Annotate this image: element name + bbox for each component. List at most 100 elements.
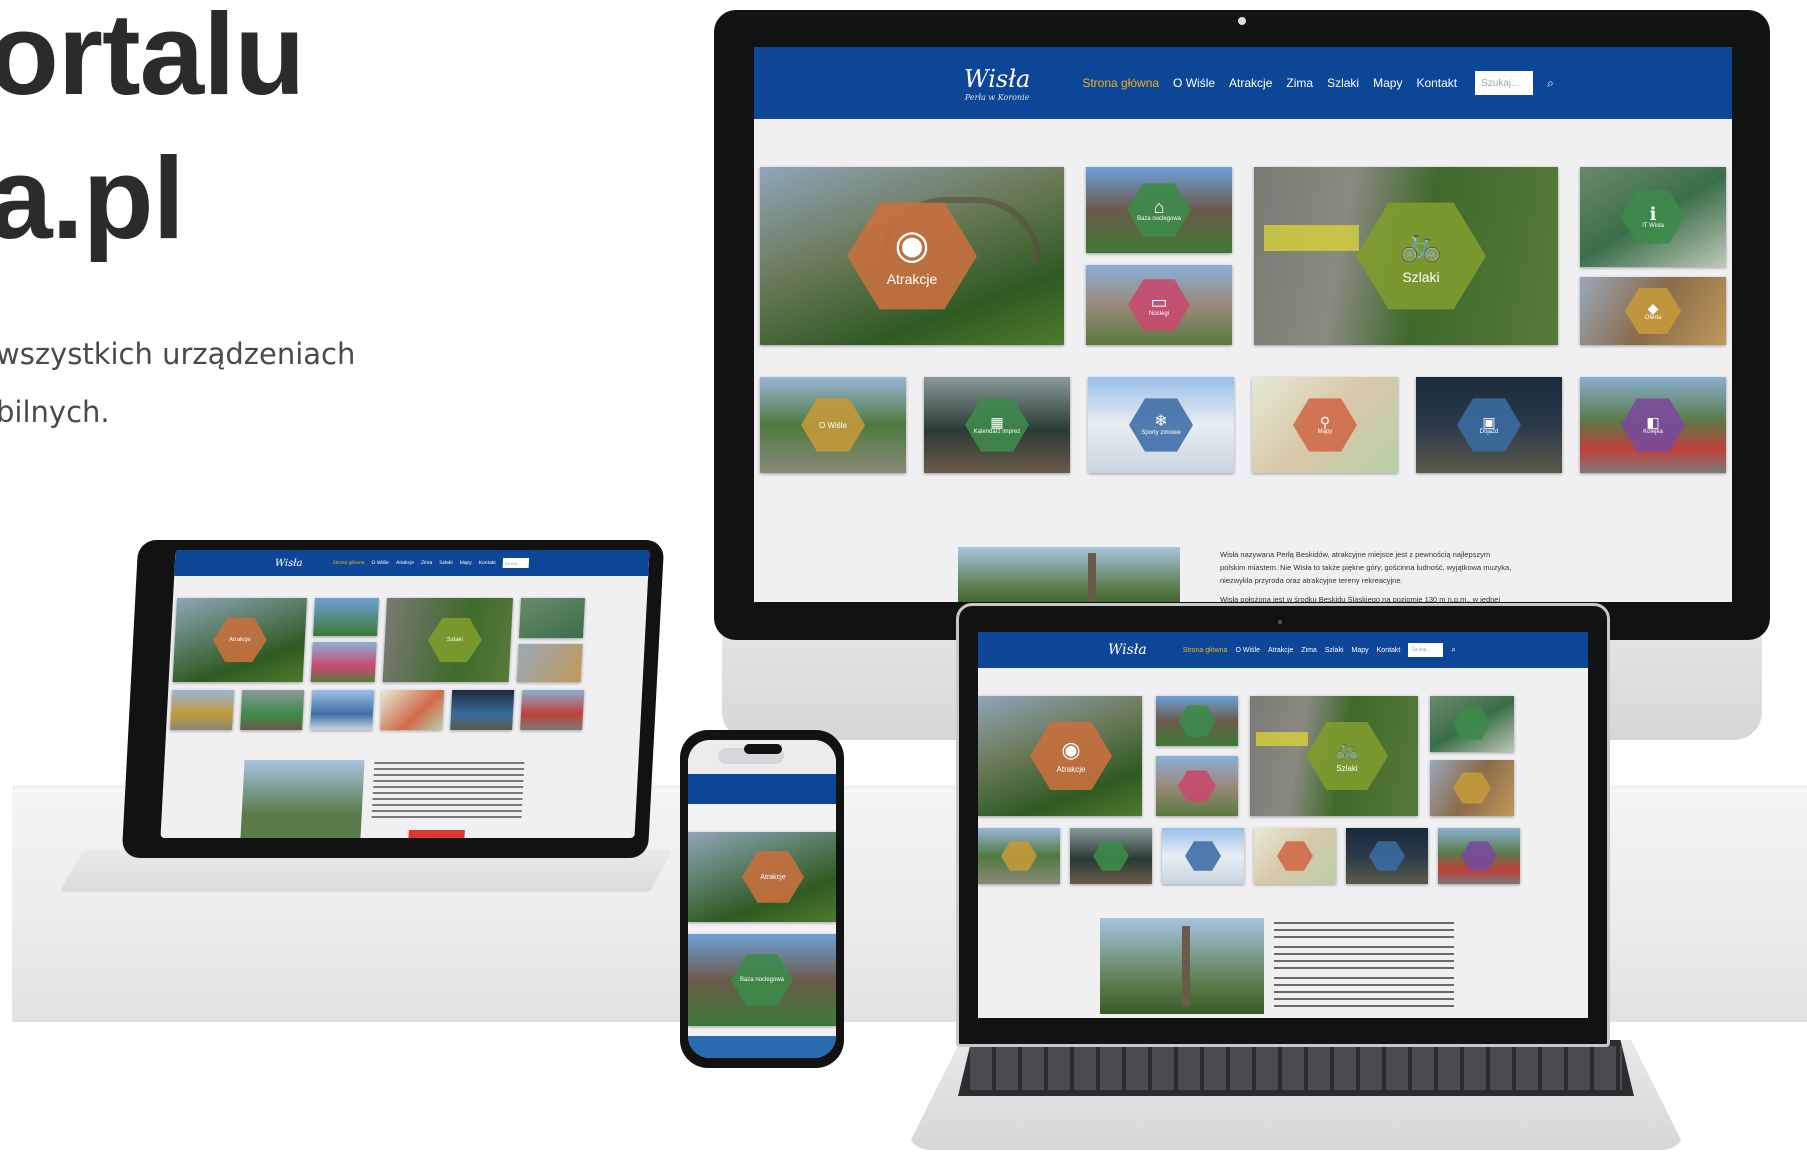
- tablet-tile-kolejka[interactable]: [520, 690, 585, 730]
- tablet-menu-o-wisle[interactable]: O Wiśle: [371, 560, 389, 566]
- tablet-tile-baza[interactable]: [313, 598, 380, 636]
- tablet-menu-szlaki[interactable]: Szlaki: [439, 560, 453, 566]
- hero-desc-line-1: wszystkich urządzeniach: [0, 337, 356, 371]
- tablet-menu-kontakt[interactable]: Kontakt: [479, 560, 496, 566]
- tile-dojazd[interactable]: ▣ Dojazd: [1416, 377, 1562, 473]
- laptop-tile-baza[interactable]: [1156, 696, 1238, 746]
- laptop-trail-mark: [1256, 732, 1308, 746]
- tile-o-wisle[interactable]: O Wiśle: [760, 377, 906, 473]
- tile-noclegi[interactable]: ▭ Noclegi: [1086, 265, 1232, 345]
- tile-sporty[interactable]: ❄ Sporty zimowe: [1088, 377, 1234, 473]
- hero-title-line-1: ortalu: [0, 0, 305, 119]
- tile-oferta[interactable]: ◆ Oferta: [1580, 277, 1726, 345]
- tablet-tile-kalendarz[interactable]: [240, 690, 305, 730]
- phone-hex-atrakcje: Atrakcje: [742, 851, 804, 903]
- site-logo[interactable]: Wisła Perła w Koronie: [964, 65, 1030, 102]
- tablet-logo[interactable]: Wisła: [275, 558, 303, 569]
- tablet-tile-o-wisle[interactable]: [170, 690, 235, 730]
- laptop-navbar: Wisła Strona główna O Wiśle Atrakcje Zim…: [978, 632, 1588, 668]
- tablet-menu-mapy[interactable]: Mapy: [459, 560, 472, 566]
- laptop-menu-o-wisle[interactable]: O Wiśle: [1235, 647, 1260, 654]
- tablet-tile-dojazd[interactable]: [450, 690, 515, 730]
- tablet-navbar: Wisła Strona główna O Wiśle Atrakcje Zim…: [174, 550, 650, 576]
- tablet-tile-sporty[interactable]: [310, 690, 375, 730]
- tile-mapy[interactable]: ⚲ Mapy: [1252, 377, 1398, 473]
- tablet-tile-mapy[interactable]: [380, 690, 445, 730]
- laptop-hex-oferta: [1453, 772, 1491, 804]
- laptop-hex-noclegi: [1178, 770, 1216, 802]
- tablet-screen: Wisła Strona główna O Wiśle Atrakcje Zim…: [160, 550, 650, 838]
- phone-browser-bar: [688, 740, 836, 774]
- laptop-menu-szlaki[interactable]: Szlaki: [1325, 647, 1344, 654]
- laptop-tile-atrakcje[interactable]: ◉ Atrakcje: [978, 696, 1142, 816]
- phone-screen: Atrakcje Baza noclegowa: [688, 740, 836, 1058]
- keyboard-keys: [970, 1046, 1622, 1090]
- tile-kalendarz[interactable]: ▦ Kalendarz imprez: [924, 377, 1070, 473]
- tablet-read-more-button[interactable]: [408, 830, 465, 838]
- tile-szlaki[interactable]: 🚲 Szlaki: [1254, 167, 1558, 345]
- hex-dojazd: ▣ Dojazd: [1457, 398, 1521, 452]
- church-tower: [1088, 553, 1096, 601]
- search-input[interactable]: Szukaj...: [1475, 71, 1534, 95]
- intro-text: Wisła nazywana Perłą Beskidów, atrakcyjn…: [1220, 550, 1512, 602]
- laptop-keyboard: [958, 1040, 1634, 1096]
- laptop-tile-it[interactable]: [1430, 696, 1514, 752]
- laptop-tile-kolejka[interactable]: [1438, 828, 1520, 884]
- tablet-tile-noclegi[interactable]: [310, 642, 377, 682]
- tablet-tile-oferta[interactable]: [516, 644, 583, 682]
- laptop-hex-o-wisle: [1001, 841, 1037, 871]
- laptop-tile-kalendarz[interactable]: [1070, 828, 1152, 884]
- menu-item-mapy[interactable]: Mapy: [1373, 76, 1402, 90]
- tablet-tile-it[interactable]: [518, 598, 586, 638]
- camera-dot: [1238, 17, 1246, 25]
- menu-item-kontakt[interactable]: Kontakt: [1416, 76, 1457, 90]
- laptop-hex-kolejka: [1461, 841, 1497, 871]
- laptop-hex-dojazd: [1369, 841, 1405, 871]
- phone-tile-atrakcje[interactable]: Atrakcje: [688, 832, 836, 922]
- phone-tile-baza[interactable]: Baza noclegowa: [688, 934, 836, 1026]
- laptop-tile-dojazd[interactable]: [1346, 828, 1428, 884]
- menu-item-home[interactable]: Strona główna: [1082, 76, 1159, 90]
- laptop-menu-zima[interactable]: Zima: [1301, 647, 1317, 654]
- laptop-search-icon[interactable]: ⌕: [1451, 645, 1455, 655]
- tablet-menu-atrakcje[interactable]: Atrakcje: [396, 560, 414, 566]
- laptop-hex-szlaki: 🚲 Szlaki: [1306, 721, 1388, 791]
- tile-kolejka[interactable]: ◧ Kolejka: [1580, 377, 1726, 473]
- laptop-tile-mapy[interactable]: [1254, 828, 1336, 884]
- laptop-tile-noclegi[interactable]: [1156, 756, 1238, 816]
- laptop-menu-atrakcje[interactable]: Atrakcje: [1268, 647, 1293, 654]
- hex-kalendarz: ▦ Kalendarz imprez: [965, 398, 1029, 452]
- laptop-menu-kontakt[interactable]: Kontakt: [1377, 647, 1401, 654]
- laptop-logo[interactable]: Wisła: [1108, 642, 1147, 658]
- laptop-hex-baza: [1178, 705, 1216, 737]
- tag-icon: ◆: [1647, 300, 1659, 316]
- tablet-tile-atrakcje[interactable]: Atrakcje: [172, 598, 308, 682]
- laptop-screen: Wisła Strona główna O Wiśle Atrakcje Zim…: [978, 632, 1588, 1018]
- tablet-menu-zima[interactable]: Zima: [421, 560, 432, 566]
- tablet-hex-szlaki: Szlaki: [427, 616, 484, 664]
- search-icon[interactable]: ⌕: [1547, 76, 1554, 91]
- laptop-tile-szlaki[interactable]: 🚲 Szlaki: [1250, 696, 1418, 816]
- menu-item-szlaki[interactable]: Szlaki: [1327, 76, 1359, 90]
- menu-item-atrakcje[interactable]: Atrakcje: [1229, 76, 1272, 90]
- tablet-tile-szlaki[interactable]: Szlaki: [382, 598, 514, 682]
- tile-it[interactable]: ℹ IT Wisła: [1580, 167, 1726, 267]
- map-icon: ⚲: [1319, 414, 1331, 430]
- menu-item-zima[interactable]: Zima: [1286, 76, 1313, 90]
- tile-atrakcje[interactable]: ◉ Atrakcje: [760, 167, 1064, 345]
- calendar-icon: ▦: [990, 414, 1004, 430]
- tablet-intro-text: [374, 762, 525, 764]
- laptop-menu-home[interactable]: Strona główna: [1183, 647, 1228, 654]
- phone-navbar: [688, 774, 836, 804]
- laptop-search-input[interactable]: Szukaj...: [1408, 643, 1444, 657]
- laptop-church-tower: [1182, 926, 1190, 1006]
- menu-item-o-wisle[interactable]: O Wiśle: [1173, 76, 1215, 90]
- tile-baza[interactable]: ⌂ Baza noclegowa: [1086, 167, 1232, 253]
- laptop-tile-oferta[interactable]: [1430, 760, 1514, 816]
- tablet-search-input[interactable]: Szukaj...: [502, 558, 529, 568]
- tablet-menu-home[interactable]: Strona główna: [332, 560, 364, 566]
- laptop-hex-mapy: [1277, 841, 1313, 871]
- laptop-menu-mapy[interactable]: Mapy: [1352, 647, 1369, 654]
- laptop-tile-o-wisle[interactable]: [978, 828, 1060, 884]
- laptop-tile-sporty[interactable]: [1162, 828, 1244, 884]
